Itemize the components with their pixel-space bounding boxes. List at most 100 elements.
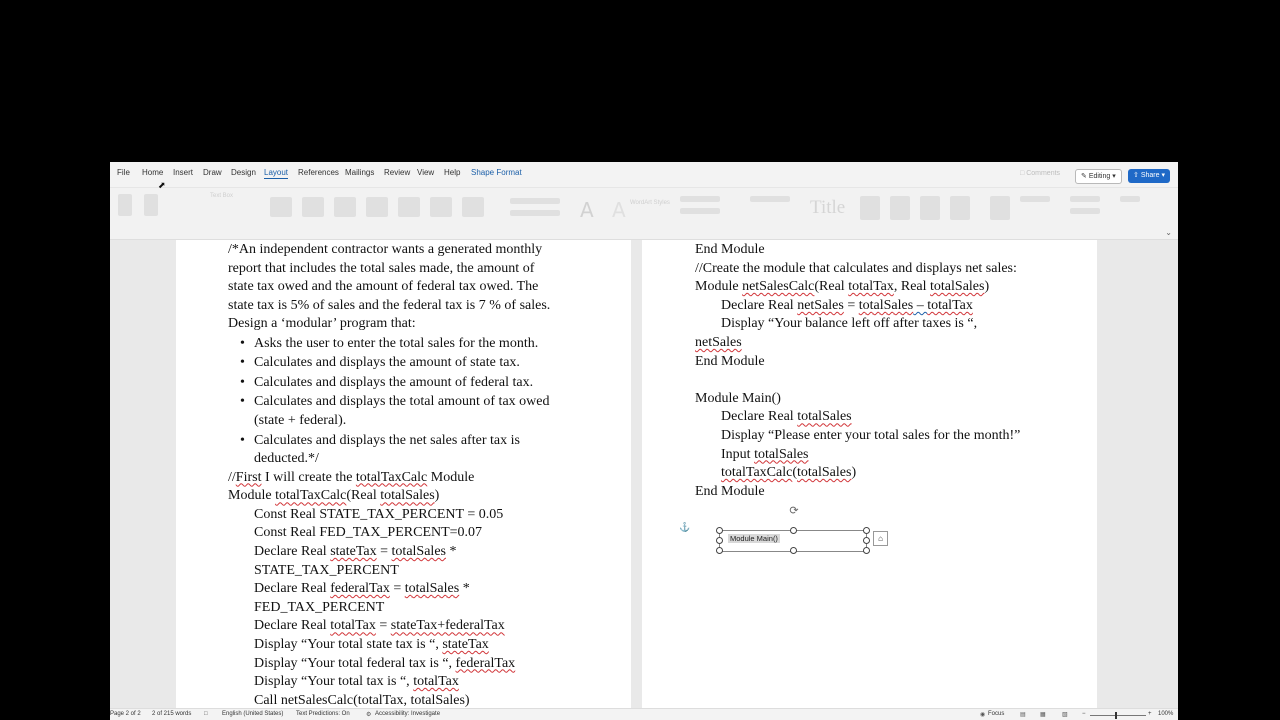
squiggle-word: federalTax: [330, 581, 390, 597]
squiggle-word: stateTax: [330, 544, 377, 560]
bullet-item: Calculates and displays the amount of st…: [228, 353, 550, 373]
resize-handle[interactable]: [716, 537, 723, 544]
code-line: Display “Your total federal tax is “, fe…: [228, 655, 550, 674]
resize-handle[interactable]: [863, 527, 870, 534]
ribbon-alt-text[interactable]: [750, 196, 790, 202]
proofing-icon[interactable]: □: [204, 711, 208, 717]
resize-handle[interactable]: [863, 537, 870, 544]
ribbon-edit-shape[interactable]: [144, 194, 158, 216]
code-line: STATE_TAX_PERCENT: [254, 562, 399, 578]
wordart-a-icon[interactable]: A: [580, 198, 594, 222]
tab-shape-format[interactable]: Shape Format: [471, 168, 522, 177]
tab-view[interactable]: View: [417, 168, 434, 177]
selected-text-box[interactable]: Module Main(): [716, 527, 870, 554]
ribbon-shape-style-4[interactable]: [366, 197, 388, 217]
accessibility-status[interactable]: Accessibility: Investigate: [375, 711, 440, 717]
ribbon-group[interactable]: [1120, 196, 1140, 202]
word-count[interactable]: 2 of 215 words: [152, 711, 191, 717]
tab-layout[interactable]: Layout: [264, 168, 289, 179]
text-span: Declare Real: [254, 618, 331, 634]
ribbon-wrap-text[interactable]: [890, 196, 910, 220]
doc-line: /*An independent contractor wants a gene…: [228, 242, 543, 257]
zoom-out-button[interactable]: −: [1082, 711, 1086, 717]
share-button[interactable]: ⇧ Share ▾: [1128, 169, 1170, 183]
ribbon-align[interactable]: [1020, 196, 1050, 202]
zoom-slider[interactable]: [1090, 715, 1146, 716]
status-bar: Page 2 of 2 2 of 215 words □ English (Un…: [110, 708, 1178, 720]
right-column-text[interactable]: End Module //Create the module that calc…: [695, 241, 1020, 501]
tab-home[interactable]: Home: [142, 168, 163, 177]
page-left[interactable]: /*An independent contractor wants a gene…: [176, 240, 631, 708]
page-right[interactable]: End Module //Create the module that calc…: [642, 240, 1097, 708]
tab-help[interactable]: Help: [444, 168, 460, 177]
ribbon-shape-style-7[interactable]: [462, 197, 484, 217]
zoom-in-button[interactable]: +: [1148, 711, 1152, 717]
bullet-continuation: (state + federal).: [254, 412, 347, 428]
resize-handle[interactable]: [716, 527, 723, 534]
zoom-slider-thumb[interactable]: [1115, 712, 1117, 719]
rotate-handle-icon[interactable]: ⟳: [788, 505, 800, 517]
tab-mailings[interactable]: Mailings: [345, 168, 374, 177]
read-mode-icon[interactable]: ▤: [1020, 711, 1026, 718]
ribbon-align-text[interactable]: [680, 208, 720, 214]
text-span: =: [376, 544, 392, 560]
ribbon-shape-fill[interactable]: [510, 198, 560, 204]
layout-options-icon[interactable]: ⌂: [873, 531, 888, 546]
tab-insert[interactable]: Insert: [173, 168, 193, 177]
text-predictions[interactable]: Text Predictions: On: [296, 711, 350, 717]
code-line: Display “Your total tax is “, totalTax: [228, 673, 550, 692]
tab-design[interactable]: Design: [231, 168, 256, 177]
ribbon-bring-forward[interactable]: [920, 196, 940, 220]
resize-handle[interactable]: [790, 547, 797, 554]
ribbon-shape-style-1[interactable]: [270, 197, 292, 217]
page-indicator[interactable]: Page 2 of 2: [110, 711, 141, 717]
ribbon-text-box-label[interactable]: Text Box: [210, 193, 233, 199]
code-line: Display “Your total state tax is “, stat…: [228, 636, 550, 655]
resize-handle[interactable]: [716, 547, 723, 554]
print-layout-icon[interactable]: ▦: [1040, 711, 1046, 718]
tab-file[interactable]: File: [117, 168, 130, 177]
ribbon-selection-pane[interactable]: [990, 196, 1010, 220]
resize-handle[interactable]: [863, 547, 870, 554]
ribbon-shape-style-2[interactable]: [302, 197, 324, 217]
ribbon-height[interactable]: [1070, 196, 1100, 202]
ribbon-send-backward[interactable]: [950, 196, 970, 220]
text-span: ): [434, 488, 440, 504]
ribbon-width[interactable]: [1070, 208, 1100, 214]
tab-references[interactable]: References: [298, 168, 339, 177]
tab-draw[interactable]: Draw: [203, 168, 222, 177]
code-line: Display “Your balance left off after tax…: [721, 316, 978, 332]
ribbon-shape-outline[interactable]: [510, 210, 560, 216]
ribbon-text-direction[interactable]: [680, 196, 720, 202]
comments-button[interactable]: □ Comments: [1020, 170, 1060, 177]
language-indicator[interactable]: English (United States): [222, 711, 283, 717]
text-box-content[interactable]: Module Main(): [728, 534, 780, 543]
squiggle-word: totalTax: [848, 279, 894, 295]
text-span: Display “Your total federal tax is “,: [254, 655, 456, 671]
chevron-down-icon: ▾: [1112, 173, 1116, 180]
ribbon-shapes-gallery[interactable]: [118, 194, 132, 216]
ribbon-position[interactable]: [860, 196, 880, 220]
squiggle-word: –: [913, 297, 928, 313]
left-column-text[interactable]: /*An independent contractor wants a gene…: [228, 241, 550, 708]
text-span: Display “Your total tax is “,: [254, 674, 414, 690]
zoom-level[interactable]: 100%: [1158, 711, 1173, 717]
focus-button[interactable]: Focus: [988, 711, 1004, 717]
squiggle-word: totalTax: [330, 618, 376, 634]
tab-review[interactable]: Review: [384, 168, 410, 177]
title-style-preview[interactable]: Title: [810, 197, 845, 219]
ribbon-shape-style-6[interactable]: [430, 197, 452, 217]
web-layout-icon[interactable]: ▧: [1062, 711, 1068, 718]
anchor-icon[interactable]: ⚓: [679, 522, 690, 533]
ribbon-shape-style-3[interactable]: [334, 197, 356, 217]
ribbon-collapse-icon[interactable]: ⌄: [1165, 228, 1172, 237]
squiggle-word: totalSales: [797, 465, 852, 481]
resize-handle[interactable]: [790, 527, 797, 534]
ribbon-shape-style-5[interactable]: [398, 197, 420, 217]
wordart-a-outline-icon[interactable]: A: [612, 198, 626, 222]
bullet-item: Calculates and displays the total amount…: [228, 392, 550, 412]
text-span: Module: [695, 279, 743, 295]
text-span: Declare Real: [721, 409, 798, 425]
editing-label: Editing: [1088, 173, 1111, 180]
editing-mode-button[interactable]: ✎ Editing ▾: [1075, 169, 1122, 184]
